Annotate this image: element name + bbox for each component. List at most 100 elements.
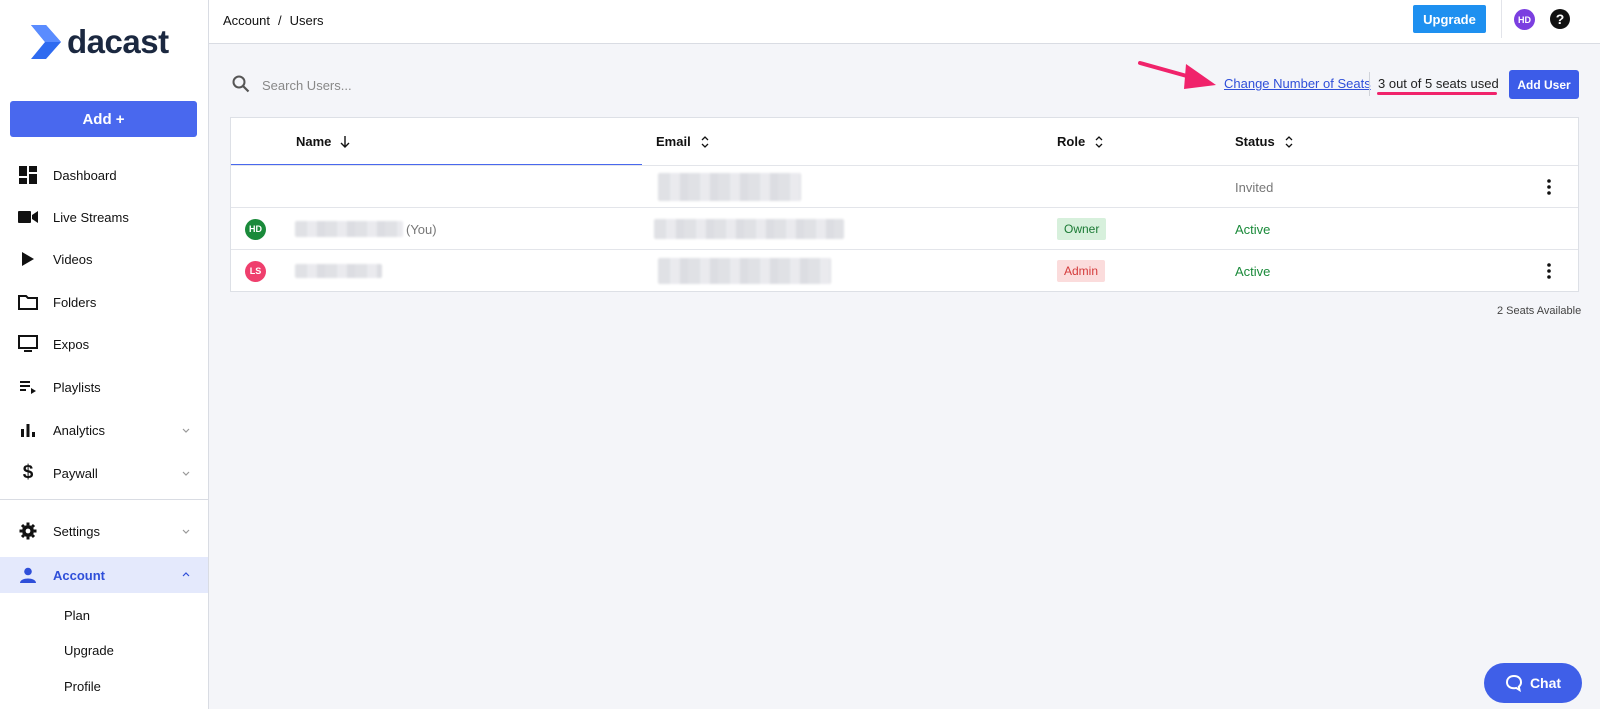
arrow-down-icon [340, 135, 350, 148]
row-actions[interactable] [1541, 166, 1557, 208]
avatar-cell: HD [245, 208, 266, 250]
sidebar-item-label: Paywall [53, 465, 98, 481]
sidebar-item-live-streams[interactable]: Live Streams [0, 199, 208, 235]
email-cell [658, 166, 801, 208]
role-cell: Owner [1057, 208, 1107, 250]
sidebar-item-label: Playlists [53, 379, 101, 395]
sort-icon [1285, 135, 1293, 148]
sidebar-item-label: Account [53, 567, 105, 583]
sidebar-item-paywall[interactable]: $ Paywall [0, 455, 208, 491]
sidebar-item-account[interactable]: Account [0, 557, 208, 593]
add-button[interactable]: Add + [10, 101, 197, 137]
annotation-arrow-icon [1138, 61, 1216, 89]
table-row[interactable]: LS Admin Active [231, 249, 1578, 291]
chat-label: Chat [1529, 675, 1562, 691]
play-icon [18, 249, 38, 269]
sidebar-item-label: Analytics [53, 422, 106, 438]
bar-chart-icon [18, 420, 38, 440]
role-cell: Admin [1057, 250, 1106, 292]
playlist-icon [18, 377, 38, 397]
column-header-label: Email [656, 134, 691, 149]
search-input[interactable] [262, 74, 522, 96]
status-badge: Active [1235, 221, 1271, 237]
breadcrumb-users: Users [289, 13, 324, 28]
status-cell: Active [1235, 250, 1270, 292]
column-header-name[interactable]: Name [296, 118, 350, 165]
sidebar-item-dashboard[interactable]: Dashboard [0, 157, 208, 193]
sidebar-item-label: Expos [53, 336, 90, 352]
user-avatar[interactable]: HD [1514, 9, 1535, 30]
status-cell: Invited [1235, 166, 1273, 208]
sort-icon [1095, 135, 1103, 148]
column-header-email[interactable]: Email [656, 118, 710, 165]
sidebar-item-folders[interactable]: Folders [0, 284, 208, 320]
sidebar-item-playlists[interactable]: Playlists [0, 369, 208, 405]
breadcrumb: Account / Users [223, 13, 324, 28]
redacted-email [658, 173, 801, 201]
dollar-icon: $ [22, 462, 34, 483]
column-header-status[interactable]: Status [1235, 118, 1294, 165]
change-seats-link[interactable]: Change Number of Seats [1224, 76, 1371, 91]
table-row[interactable]: HD (You) Owner Active [231, 207, 1578, 249]
seats-available-text: 2 Seats Available [1497, 305, 1582, 317]
sidebar-item-label: Folders [53, 294, 97, 310]
folder-icon [18, 292, 38, 312]
chevron-up-icon [182, 572, 190, 577]
sidebar-item-label: Live Streams [53, 209, 129, 225]
users-table: Name Email Role Status Invited HD (You) … [230, 117, 1579, 292]
sidebar-item-settings[interactable]: Settings [0, 513, 208, 549]
column-header-label: Role [1057, 134, 1086, 149]
sidebar-subitem-profile[interactable]: Profile [64, 679, 101, 694]
redacted-email [658, 258, 831, 284]
sidebar: dacast Add + Dashboard Live Streams Vide… [0, 0, 209, 709]
logo-mark-icon [31, 25, 61, 59]
redacted-name [295, 221, 403, 237]
chat-bubble-icon [1505, 674, 1522, 692]
status-badge: Invited [1235, 179, 1274, 195]
redacted-email [654, 219, 844, 239]
column-header-role[interactable]: Role [1057, 118, 1104, 165]
sidebar-item-label: Dashboard [53, 167, 117, 183]
logo-text: dacast [67, 23, 169, 60]
seats-used-text: 3 out of 5 seats used [1378, 76, 1499, 91]
avatar: LS [245, 260, 266, 282]
role-badge: Owner [1057, 218, 1107, 240]
sidebar-divider [0, 499, 208, 500]
name-cell: (You) [295, 208, 437, 250]
status-cell: Active [1235, 208, 1270, 250]
gear-icon [18, 521, 38, 541]
person-icon [18, 565, 38, 585]
sidebar-item-analytics[interactable]: Analytics [0, 412, 208, 448]
you-label: (You) [406, 221, 437, 237]
chat-button[interactable]: Chat [1484, 663, 1582, 703]
redacted-name [295, 264, 382, 278]
row-actions[interactable] [1541, 250, 1557, 292]
top-bar: Account / Users Upgrade HD ? [209, 0, 1600, 44]
sidebar-item-expos[interactable]: Expos [0, 326, 208, 362]
more-vertical-icon[interactable] [1541, 177, 1557, 197]
add-user-button[interactable]: Add User [1509, 70, 1579, 99]
annotation-underline [1377, 92, 1497, 95]
search-icon [232, 75, 250, 93]
sidebar-subitem-upgrade[interactable]: Upgrade [64, 643, 114, 658]
dacast-logo[interactable]: dacast [31, 23, 169, 60]
name-cell [295, 250, 382, 292]
sidebar-item-label: Videos [53, 251, 93, 267]
sort-icon [701, 135, 709, 148]
breadcrumb-account[interactable]: Account [223, 13, 270, 28]
table-row[interactable]: Invited [231, 165, 1578, 207]
chevron-down-icon [182, 529, 190, 534]
monitor-icon [18, 334, 38, 354]
help-icon[interactable]: ? [1550, 9, 1570, 29]
sidebar-item-videos[interactable]: Videos [0, 241, 208, 277]
email-cell [654, 208, 844, 250]
sidebar-item-label: Settings [53, 523, 100, 539]
seats-divider [1369, 72, 1370, 96]
more-vertical-icon[interactable] [1541, 261, 1557, 281]
sidebar-subitem-plan[interactable]: Plan [64, 608, 90, 623]
avatar: HD [245, 218, 266, 240]
upgrade-button[interactable]: Upgrade [1413, 5, 1486, 33]
header-divider [1501, 0, 1502, 38]
dashboard-icon [18, 165, 38, 185]
avatar-cell: LS [245, 250, 266, 292]
